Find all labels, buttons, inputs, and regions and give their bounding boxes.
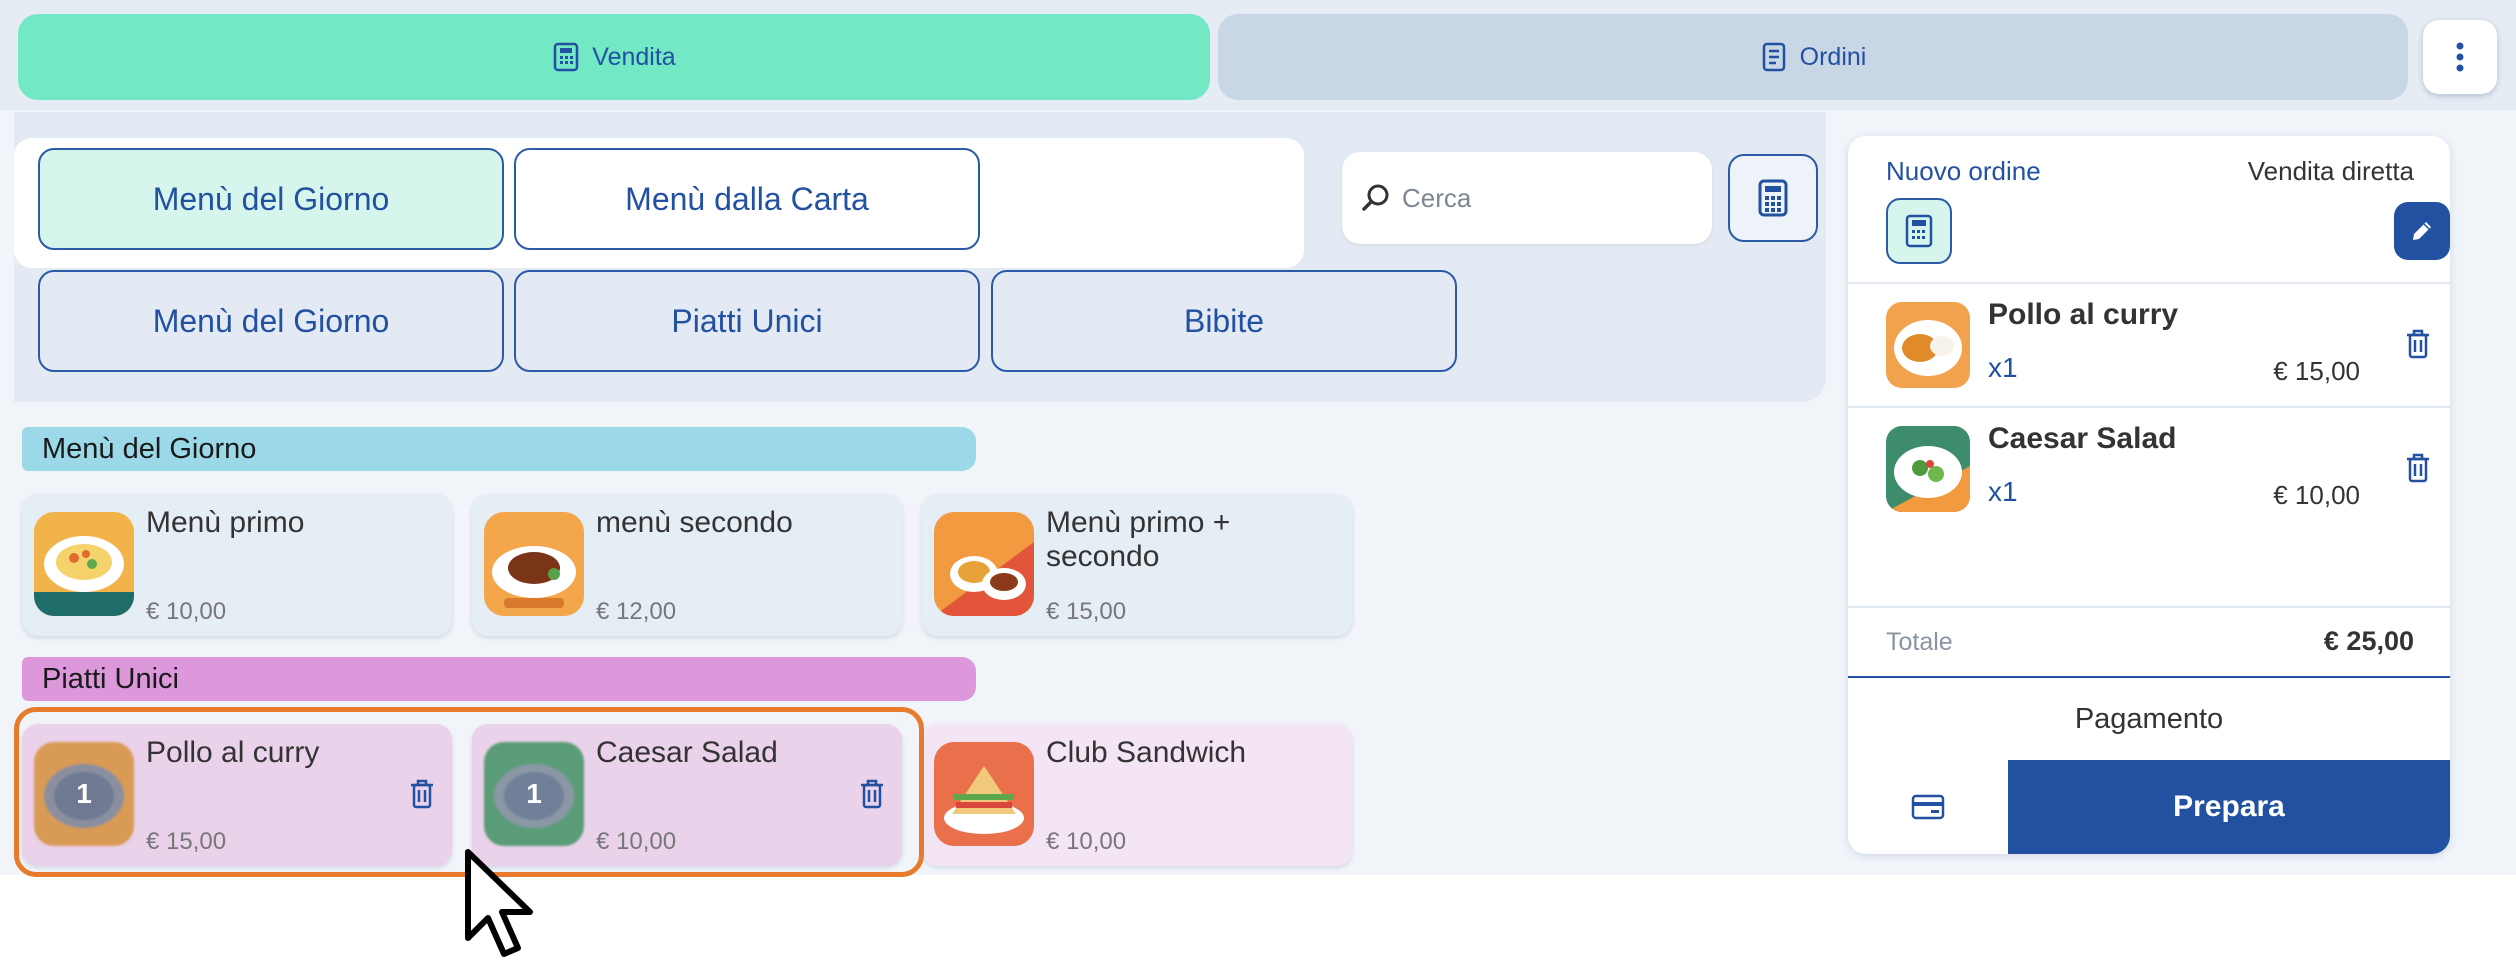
product-card[interactable]: menù secondo € 12,00 — [472, 494, 902, 636]
order-mode: Vendita diretta — [2247, 156, 2414, 186]
salad-image — [1886, 426, 1970, 512]
steak-image — [484, 512, 584, 616]
product-price: € 12,00 — [596, 598, 677, 625]
pencil-icon — [2413, 222, 2431, 240]
prepare-button[interactable]: Prepara — [2008, 760, 2450, 854]
product-card[interactable]: Club Sandwich € 10,00 — [922, 724, 1352, 866]
search-input[interactable]: Cerca — [1342, 152, 1712, 244]
order-panel: Nuovo ordine Vendita diretta Pollo al cu… — [1848, 136, 2450, 854]
sub-category-menu-del-giorno[interactable]: Menù del Giorno — [38, 270, 504, 372]
more-options-button[interactable] — [2423, 20, 2497, 94]
search-placeholder: Cerca — [1402, 182, 1472, 213]
order-item-qty: x1 — [1988, 352, 2018, 383]
product-name: Club Sandwich — [1046, 736, 1247, 769]
sandwich-image — [934, 742, 1034, 846]
sub-category-bibite[interactable]: Bibite — [991, 270, 1457, 372]
order-item-price: € 15,00 — [2273, 356, 2360, 386]
credit-card-icon — [1911, 794, 1945, 820]
order-title: Nuovo ordine — [1886, 156, 2041, 186]
tab-ordini-label: Ordini — [1799, 42, 1867, 71]
calculator-icon — [1905, 214, 1933, 248]
tab-ordini[interactable]: Ordini — [1218, 14, 2408, 100]
trash-icon[interactable] — [2404, 452, 2432, 484]
section-header: Piatti Unici — [22, 657, 976, 701]
document-icon — [1762, 42, 1785, 72]
top-navigation: Vendita Ordini — [0, 0, 2516, 110]
sub-category-piatti-unici[interactable]: Piatti Unici — [514, 270, 980, 372]
curry-image — [1886, 302, 1970, 388]
total-label: Totale — [1886, 628, 1953, 656]
payment-button[interactable]: Pagamento — [1848, 678, 2450, 760]
product-card[interactable]: Menù primo + secondo € 15,00 — [922, 494, 1352, 636]
order-item[interactable]: Pollo al curry x1 € 15,00 — [1848, 282, 2450, 406]
search-icon — [1362, 184, 1389, 211]
product-name: Menù primo — [146, 506, 305, 539]
edit-order-button[interactable] — [2394, 202, 2450, 260]
order-item-name: Caesar Salad — [1988, 422, 2177, 455]
card-payment-button[interactable] — [1848, 760, 2008, 854]
calculator-icon — [554, 42, 579, 72]
app: Vendita Ordini Menù del Giorno Menù dall… — [0, 0, 2516, 957]
calculator-icon — [1758, 179, 1788, 217]
tab-vendita[interactable]: Vendita — [18, 14, 1210, 100]
product-name: menù secondo — [596, 506, 793, 539]
trash-icon[interactable] — [2404, 328, 2432, 360]
product-price: € 10,00 — [146, 598, 227, 625]
order-item-price: € 10,00 — [2273, 480, 2360, 510]
order-item[interactable]: Caesar Salad x1 € 10,00 — [1848, 406, 2450, 530]
order-item-name: Pollo al curry — [1988, 298, 2179, 331]
section-header: Menù del Giorno — [22, 427, 976, 471]
combo-image — [934, 512, 1034, 616]
product-price: € 15,00 — [1046, 598, 1127, 625]
total-value: € 25,00 — [2323, 626, 2414, 656]
mouse-cursor-icon — [465, 849, 533, 957]
order-item-qty: x1 — [1988, 476, 2018, 507]
product-price: € 10,00 — [1046, 828, 1127, 855]
order-calculator-button[interactable] — [1886, 198, 1952, 264]
category-filter-panel: Menù del Giorno Menù dalla Carta Cerca M… — [14, 112, 1826, 402]
product-card[interactable]: Menù primo € 10,00 — [22, 494, 452, 636]
tab-vendita-label: Vendita — [592, 42, 676, 71]
pasta-image — [34, 512, 134, 616]
more-vertical-icon — [2456, 42, 2464, 72]
order-total: Totale € 25,00 — [1848, 606, 2450, 678]
menu-category-menu-del-giorno[interactable]: Menù del Giorno — [38, 148, 504, 250]
product-name: Menù primo + secondo — [1046, 506, 1231, 573]
menu-category-menu-dalla-carta[interactable]: Menù dalla Carta — [514, 148, 980, 250]
calculator-button[interactable] — [1728, 154, 1818, 242]
